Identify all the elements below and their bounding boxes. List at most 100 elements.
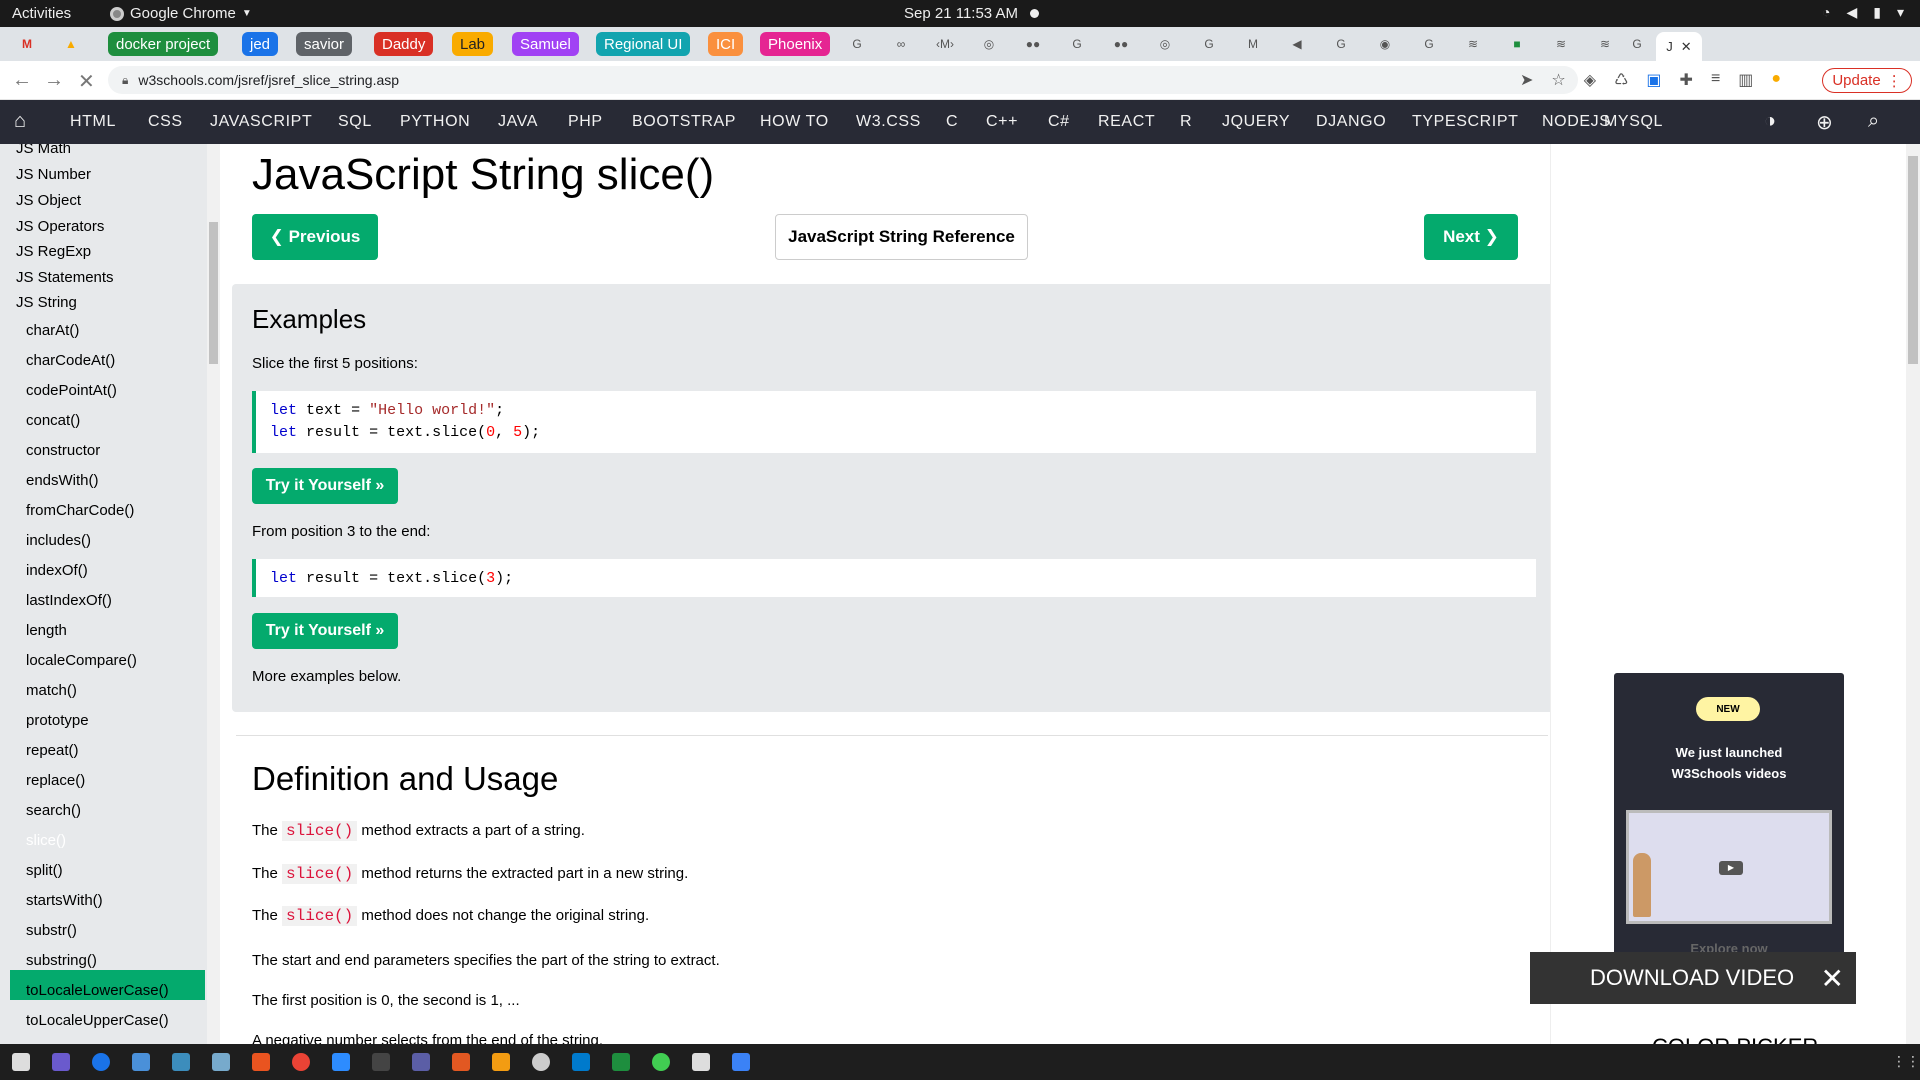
sidebar-item-match[interactable]: match() (26, 682, 77, 699)
nav-python[interactable]: PYTHON (400, 113, 470, 131)
sidebar-item-tolocaleuppercase[interactable]: toLocaleUpperCase() (26, 1012, 169, 1029)
zoom-icon[interactable] (332, 1053, 350, 1071)
page-scrollbar[interactable] (1906, 144, 1920, 1044)
sidebar-item-charcodeat[interactable]: charCodeAt() (26, 352, 115, 369)
sidebar-item-split[interactable]: split() (26, 862, 63, 879)
string-reference-button[interactable]: JavaScript String Reference (775, 214, 1028, 260)
sidebar-item-charat[interactable]: charAt() (26, 322, 79, 339)
nav-sql[interactable]: SQL (338, 113, 372, 131)
extension-3-icon[interactable]: ▣ (1646, 70, 1661, 90)
sidebar-item-substring[interactable]: substring() (26, 952, 97, 969)
sidebar-item-includes[interactable]: includes() (26, 532, 91, 549)
tab-group-ici[interactable]: ICI (708, 32, 744, 56)
home-icon[interactable]: ⌂ (14, 110, 26, 133)
sidebar-item-constructor[interactable]: constructor (26, 442, 100, 459)
help-icon[interactable] (92, 1053, 110, 1071)
extension-1-icon[interactable]: ◈ (1584, 70, 1596, 90)
tab-9[interactable]: ◀ (1278, 32, 1316, 56)
terminal-icon[interactable] (372, 1053, 390, 1071)
sidebar-item-js-number[interactable]: JS Number (16, 166, 91, 183)
nav-bootstrap[interactable]: BOOTSTRAP (632, 113, 736, 131)
app-icon[interactable] (212, 1053, 230, 1071)
tab-google-5[interactable]: G (1410, 32, 1448, 56)
nav-cpp[interactable]: C++ (986, 113, 1018, 131)
sidebar-item-lastindexof[interactable]: lastIndexOf() (26, 592, 112, 609)
tab-6[interactable]: ●● (1102, 32, 1140, 56)
sidebar-item-search[interactable]: search() (26, 802, 81, 819)
sidebar-item-repeat[interactable]: repeat() (26, 742, 79, 759)
nav-css[interactable]: CSS (148, 113, 183, 131)
send-icon[interactable]: ➤ (1520, 70, 1533, 90)
nav-typescript[interactable]: TYPESCRIPT (1412, 113, 1518, 131)
bookmark-star-icon[interactable]: ☆ (1551, 70, 1565, 90)
theme-toggle-icon[interactable]: ◑ (1764, 110, 1776, 133)
nav-javascript[interactable]: JAVASCRIPT (210, 113, 312, 131)
close-icon[interactable]: ✕ (1821, 962, 1844, 995)
sidebar-item-js-operators[interactable]: JS Operators (16, 218, 104, 235)
tab-7[interactable]: ◎ (1146, 32, 1184, 56)
clock[interactable]: Sep 21 11:53 AM (904, 5, 1018, 22)
software-center-icon[interactable] (252, 1053, 270, 1071)
tab-5[interactable]: ●● (1014, 32, 1052, 56)
sidebar-item-localecompare[interactable]: localeCompare() (26, 652, 137, 669)
tab-google-4[interactable]: G (1322, 32, 1360, 56)
show-apps-icon[interactable]: ⋮⋮ (1892, 1053, 1920, 1070)
sidebar-item-tolocalelowercase[interactable]: toLocaleLowerCase() (26, 982, 169, 999)
app-icon[interactable] (732, 1053, 750, 1071)
try-it-yourself-button-2[interactable]: Try it Yourself » (252, 613, 398, 649)
tab-google-2[interactable]: G (1058, 32, 1096, 56)
tab-group-daddy[interactable]: Daddy (374, 32, 434, 56)
activities-button[interactable]: Activities (12, 5, 71, 22)
tab-group-jed[interactable]: jed (242, 32, 279, 56)
tab-drive[interactable]: ▲ (52, 32, 90, 56)
next-button[interactable]: Next ❯ (1424, 214, 1518, 260)
nav-r[interactable]: R (1180, 113, 1192, 131)
qt-icon[interactable] (652, 1053, 670, 1071)
sidebar-item-slice[interactable]: slice() (26, 832, 66, 849)
app-menu[interactable]: Google Chrome ▼ (110, 5, 252, 22)
files-icon[interactable] (12, 1053, 30, 1071)
forward-icon[interactable]: → (44, 69, 64, 92)
close-tab-icon[interactable]: ✕ (1681, 39, 1692, 55)
extension-2-icon[interactable]: ♺ (1614, 70, 1628, 90)
media-icon[interactable]: ≡ (1711, 70, 1720, 90)
tab-group-samuel[interactable]: Samuel (512, 32, 579, 56)
address-bar[interactable]: 🔒︎ w3schools.com/jsref/jsref_slice_strin… (108, 66, 1578, 94)
sidebar-item-codepointat[interactable]: codePointAt() (26, 382, 117, 399)
sublime-icon[interactable] (492, 1053, 510, 1071)
play-icon[interactable]: ▶ (1719, 861, 1743, 875)
profile-icon[interactable]: ● (1771, 70, 1781, 90)
app-icon[interactable] (132, 1053, 150, 1071)
tab-8[interactable]: M (1234, 32, 1272, 56)
chrome-icon[interactable] (292, 1053, 310, 1071)
tab-group-savior[interactable]: savior (296, 32, 353, 56)
app-icon[interactable] (52, 1053, 70, 1071)
tab-11[interactable]: ≋ (1454, 32, 1492, 56)
tab-12[interactable]: ■ (1498, 32, 1536, 56)
sidebar-item-fromcharcode[interactable]: fromCharCode() (26, 502, 134, 519)
search-icon[interactable]: ⌕ (1868, 110, 1879, 133)
nav-django[interactable]: DJANGO (1316, 113, 1386, 131)
nav-mysql[interactable]: MYSQL (1604, 113, 1663, 131)
sidebar-item-js-object[interactable]: JS Object (16, 192, 81, 209)
tab-13[interactable]: ≋ (1542, 32, 1580, 56)
video-thumbnail[interactable]: ▶ (1626, 810, 1832, 924)
nav-how-to[interactable]: HOW TO (760, 113, 829, 131)
app-icon[interactable] (412, 1053, 430, 1071)
puzzle-icon[interactable]: ✚ (1680, 70, 1693, 90)
lock-icon[interactable]: 🔒︎ (122, 73, 128, 88)
sidebar-item-js-statements[interactable]: JS Statements (16, 269, 114, 286)
nav-csharp[interactable]: C# (1048, 113, 1070, 131)
sidebar-item-endswith[interactable]: endsWith() (26, 472, 99, 489)
sidebar-item-length[interactable]: length (26, 622, 67, 639)
back-icon[interactable]: ← (12, 69, 32, 92)
sidebar-item-js-string[interactable]: JS String (16, 294, 77, 311)
nav-react[interactable]: REACT (1098, 113, 1155, 131)
sidebar-scrollbar-thumb[interactable] (209, 222, 218, 364)
update-button[interactable]: Update ⋮ (1822, 68, 1912, 93)
postman-icon[interactable] (452, 1053, 470, 1071)
nav-c[interactable]: C (946, 113, 958, 131)
tab-google-6[interactable]: G (1618, 32, 1656, 56)
nav-nodejs[interactable]: NODEJS (1542, 113, 1611, 131)
sidebar-item-js-regexp[interactable]: JS RegExp (16, 243, 91, 260)
